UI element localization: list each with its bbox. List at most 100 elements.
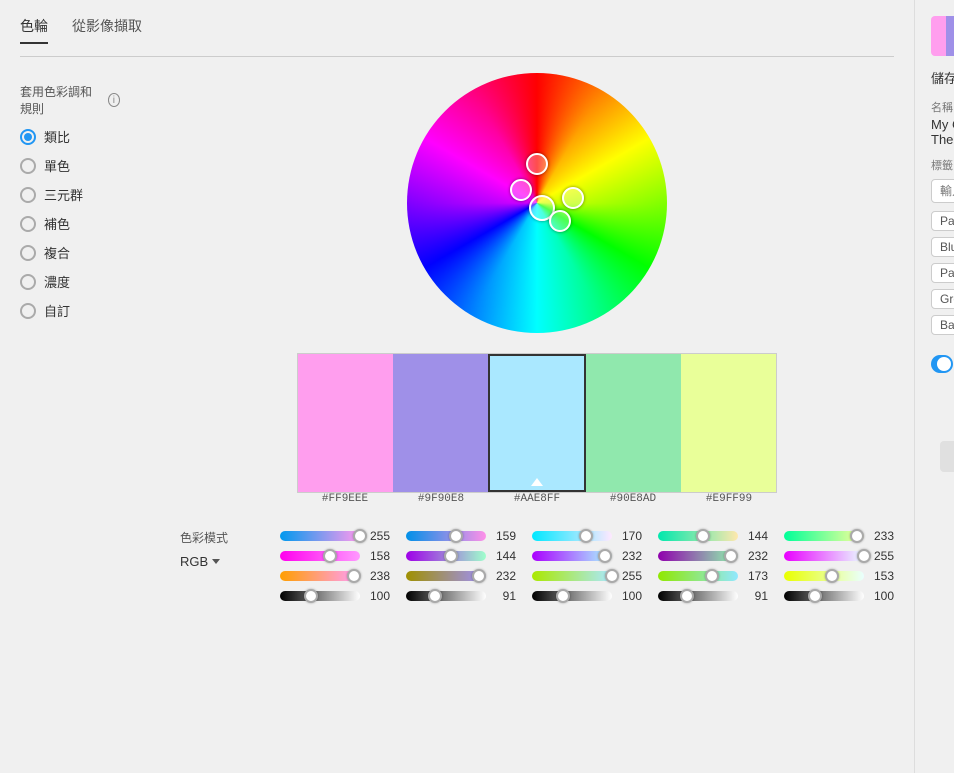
save-to-row[interactable]: 儲存至 [931, 68, 954, 87]
hex-label-2: #AAE8FF [489, 493, 585, 505]
slider-value-4-2: 153 [870, 569, 894, 583]
swatch-1[interactable] [393, 354, 488, 492]
slider-row-2-1: 232 [532, 549, 642, 563]
slider-track-3-2[interactable] [658, 571, 738, 581]
slider-thumb-1-0[interactable] [449, 529, 463, 543]
slider-track-0-0[interactable] [280, 531, 360, 541]
chevron-down-icon [212, 559, 220, 564]
slider-thumb-0-2[interactable] [347, 569, 361, 583]
radio-compound[interactable] [20, 245, 36, 261]
slider-thumb-0-3[interactable] [304, 589, 318, 603]
slider-value-3-0: 144 [744, 529, 768, 543]
slider-row-3-0: 144 [658, 529, 768, 543]
tag-baby[interactable]: Baby + [931, 315, 954, 335]
slider-track-0-2[interactable] [280, 571, 360, 581]
radio-analogy[interactable] [20, 129, 36, 145]
swatch-3[interactable] [586, 354, 681, 492]
swatch-4[interactable] [681, 354, 776, 492]
slider-track-1-1[interactable] [406, 551, 486, 561]
slider-thumb-2-1[interactable] [598, 549, 612, 563]
slider-value-2-1: 232 [618, 549, 642, 563]
tag-pastel[interactable]: Pastel + [931, 211, 954, 231]
slider-thumb-0-0[interactable] [353, 529, 367, 543]
slider-track-4-0[interactable] [784, 531, 864, 541]
slider-value-4-0: 233 [870, 529, 894, 543]
slider-thumb-0-1[interactable] [323, 549, 337, 563]
wheel-dot-1[interactable] [526, 153, 548, 175]
tab-divider [20, 56, 894, 57]
tags-input[interactable] [931, 179, 954, 203]
color-wheel-container[interactable] [407, 73, 667, 333]
hex-label-1: #9F90E8 [393, 493, 489, 505]
slider-row-0-3: 100 [280, 589, 390, 603]
slider-value-0-0: 255 [366, 529, 390, 543]
rule-compound[interactable]: 複合 [20, 243, 120, 262]
slider-thumb-3-1[interactable] [724, 549, 738, 563]
save-button[interactable]: 儲存 [940, 441, 954, 472]
harmony-section-label: 套用色彩調和規則 i [20, 83, 120, 117]
slider-thumb-1-1[interactable] [444, 549, 458, 563]
slider-value-3-3: 91 [744, 589, 768, 603]
tags-label: 標籤 [931, 157, 954, 173]
wheel-dot-5[interactable] [562, 187, 584, 209]
slider-track-1-3[interactable] [406, 591, 486, 601]
radio-complement[interactable] [20, 216, 36, 232]
rule-mono[interactable]: 單色 [20, 156, 120, 175]
slider-thumb-1-2[interactable] [472, 569, 486, 583]
wheel-dot-2[interactable] [510, 179, 532, 201]
slider-track-2-0[interactable] [532, 531, 612, 541]
radio-shades[interactable] [20, 274, 36, 290]
slider-thumb-2-2[interactable] [605, 569, 619, 583]
tab-from-image[interactable]: 從影像擷取 [72, 16, 142, 44]
color-wheel[interactable] [407, 73, 667, 333]
swatch-0[interactable] [298, 354, 393, 492]
slider-track-4-3[interactable] [784, 591, 864, 601]
slider-row-0-2: 238 [280, 569, 390, 583]
slider-thumb-3-2[interactable] [705, 569, 719, 583]
tag-blue[interactable]: Blue + [931, 237, 954, 257]
slider-track-2-1[interactable] [532, 551, 612, 561]
info-icon[interactable]: i [108, 93, 120, 107]
hex-label-0: #FF9EEE [297, 493, 393, 505]
rule-triad[interactable]: 三元群 [20, 185, 120, 204]
name-value[interactable]: My Color Theme [931, 117, 954, 147]
radio-custom[interactable] [20, 303, 36, 319]
color-mode-select[interactable]: RGB [180, 552, 260, 571]
tag-pastels[interactable]: Pastels + [931, 263, 954, 283]
radio-triad[interactable] [20, 187, 36, 203]
wheel-dot-4[interactable] [549, 210, 571, 232]
rule-complement[interactable]: 補色 [20, 214, 120, 233]
slider-track-3-0[interactable] [658, 531, 738, 541]
rule-custom[interactable]: 自訂 [20, 301, 120, 320]
slider-thumb-4-0[interactable] [850, 529, 864, 543]
slider-column-1: 15914423291 [406, 529, 516, 603]
slider-track-1-2[interactable] [406, 571, 486, 581]
slider-thumb-3-3[interactable] [680, 589, 694, 603]
rule-analogy[interactable]: 類比 [20, 127, 120, 146]
swatch-2[interactable] [488, 354, 587, 492]
slider-track-0-1[interactable] [280, 551, 360, 561]
tags-field: 標籤 Pastel + Blue + Pastels + Green + Bab… [931, 157, 954, 335]
slider-thumb-4-3[interactable] [808, 589, 822, 603]
slider-track-3-3[interactable] [658, 591, 738, 601]
slider-thumb-4-1[interactable] [857, 549, 871, 563]
slider-thumb-2-3[interactable] [556, 589, 570, 603]
publish-row: 發佈至 Color [931, 347, 954, 381]
slider-track-4-1[interactable] [784, 551, 864, 561]
slider-thumb-1-3[interactable] [428, 589, 442, 603]
rule-shades[interactable]: 濃度 [20, 272, 120, 291]
tag-green[interactable]: Green + [931, 289, 954, 309]
publish-toggle[interactable] [931, 355, 953, 373]
slider-track-2-3[interactable] [532, 591, 612, 601]
tab-color-wheel[interactable]: 色輪 [20, 16, 48, 44]
slider-track-3-1[interactable] [658, 551, 738, 561]
slider-thumb-3-0[interactable] [696, 529, 710, 543]
preview-swatch-0 [931, 16, 946, 56]
slider-track-4-2[interactable] [784, 571, 864, 581]
slider-track-0-3[interactable] [280, 591, 360, 601]
slider-track-2-2[interactable] [532, 571, 612, 581]
slider-track-1-0[interactable] [406, 531, 486, 541]
slider-thumb-2-0[interactable] [579, 529, 593, 543]
slider-thumb-4-2[interactable] [825, 569, 839, 583]
radio-mono[interactable] [20, 158, 36, 174]
